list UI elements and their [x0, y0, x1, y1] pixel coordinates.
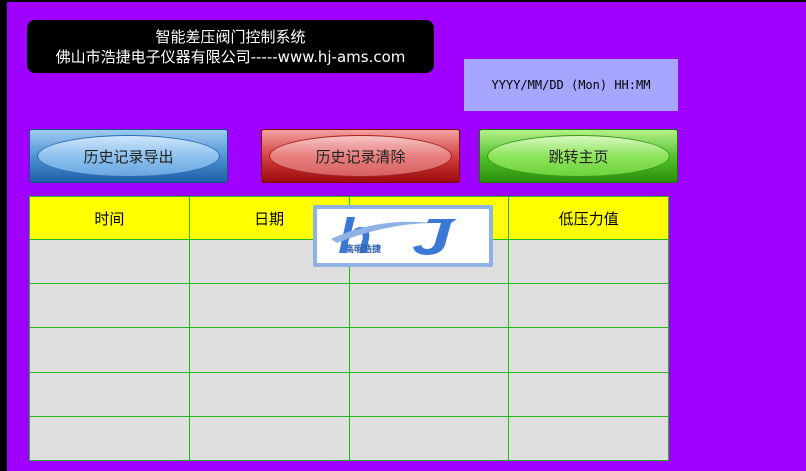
table-row [29, 327, 669, 373]
column-header-low-pressure: 低压力值 [508, 196, 669, 240]
go-home-label: 跳转主页 [487, 135, 670, 177]
go-home-button[interactable]: 跳转主页 [479, 129, 678, 183]
column-header-time: 时间 [29, 196, 190, 240]
clear-history-button[interactable]: 历史记录清除 [261, 129, 460, 183]
table-cell [348, 415, 510, 462]
table-cell [188, 327, 350, 373]
table-cell [508, 238, 669, 285]
table-row [29, 415, 669, 462]
table-cell [348, 327, 510, 373]
table-cell [348, 283, 510, 329]
table-cell [29, 238, 190, 285]
hmi-screen: 智能差压阀门控制系统 佛山市浩捷电子仪器有限公司-----www.hj-ams.… [0, 0, 806, 471]
table-cell [188, 283, 350, 329]
system-title: 智能差压阀门控制系统 [155, 28, 306, 46]
table-cell [348, 371, 510, 417]
table-cell [508, 327, 669, 373]
hj-logo-icon [331, 217, 457, 255]
table-row [29, 283, 669, 329]
logo-caption: 高明浩捷 [345, 245, 382, 255]
datetime-display: YYYY/MM/DD (Mon) HH:MM [464, 59, 678, 111]
table-cell [29, 327, 190, 373]
table-cell [508, 415, 669, 462]
table-cell [508, 283, 669, 329]
table-row [29, 371, 669, 417]
company-logo: 高明浩捷 [313, 205, 493, 267]
table-cell [188, 415, 350, 462]
company-info: 佛山市浩捷电子仪器有限公司-----www.hj-ams.com [55, 48, 406, 66]
table-cell [188, 371, 350, 417]
title-banner: 智能差压阀门控制系统 佛山市浩捷电子仪器有限公司-----www.hj-ams.… [27, 20, 434, 73]
export-history-label: 历史记录导出 [37, 135, 220, 177]
table-cell [29, 283, 190, 329]
clear-history-label: 历史记录清除 [269, 135, 452, 177]
table-cell [508, 371, 669, 417]
export-history-button[interactable]: 历史记录导出 [29, 129, 228, 183]
table-cell [29, 371, 190, 417]
table-cell [29, 415, 190, 462]
